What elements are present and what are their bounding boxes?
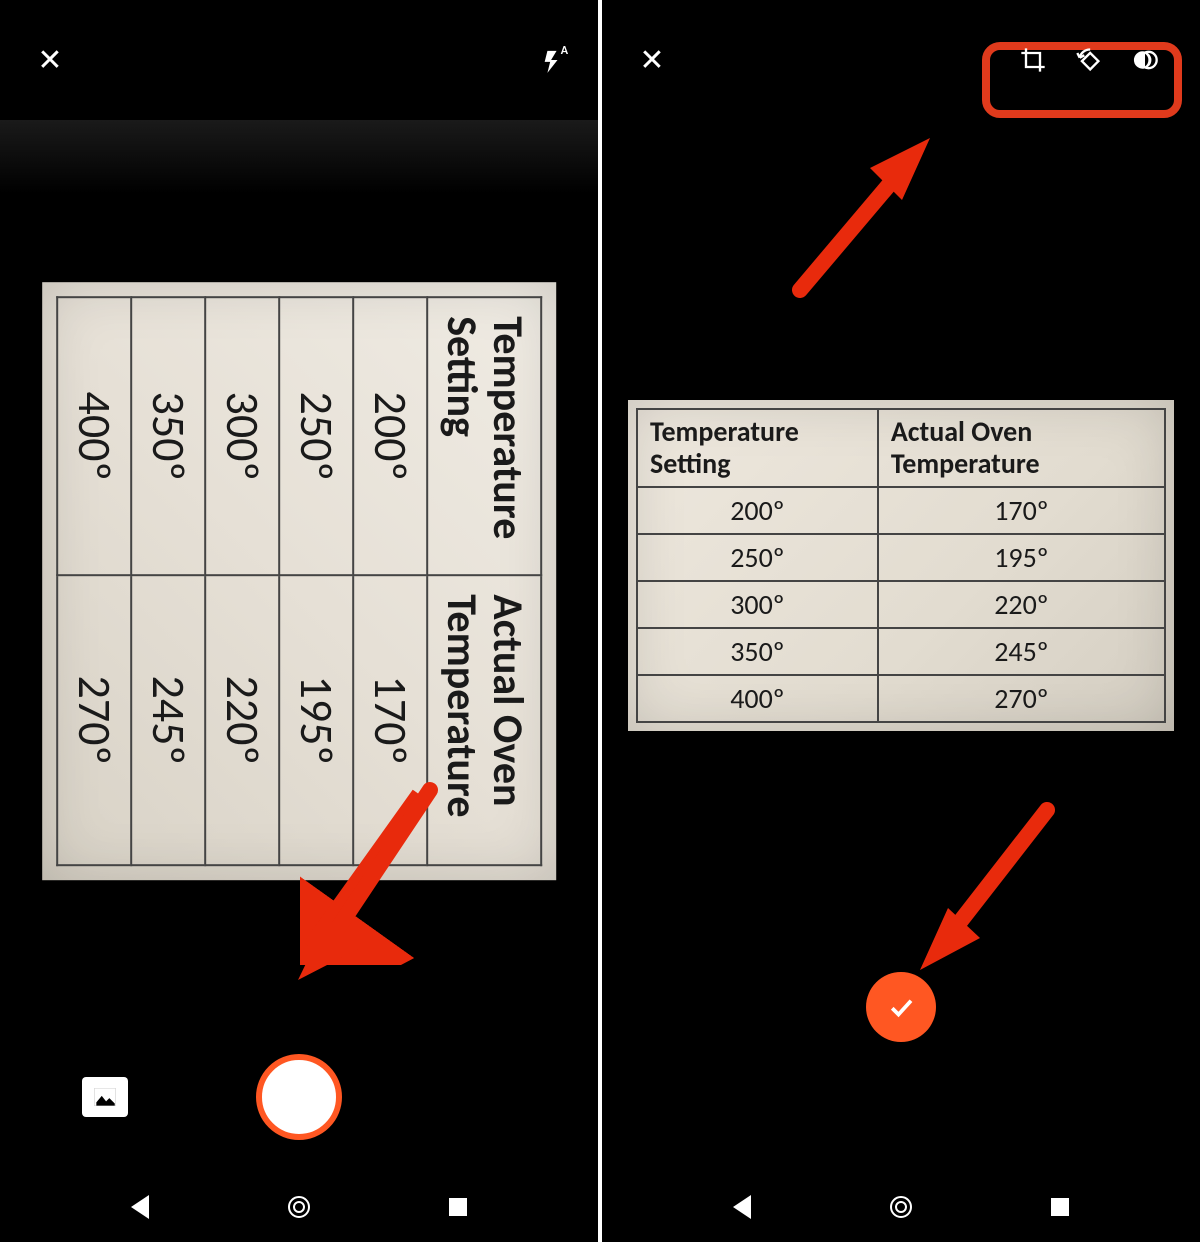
table-header: Actual Oven Temperature xyxy=(878,409,1165,487)
table-row: 250º195º xyxy=(637,534,1165,581)
camera-viewfinder: Temperature Setting Actual Oven Temperat… xyxy=(0,120,598,1042)
preview-topbar: ✕ xyxy=(602,0,1200,120)
table-row: 300º220º xyxy=(205,297,279,865)
table-row: 250º195º xyxy=(279,297,353,865)
nav-home-button[interactable] xyxy=(279,1187,319,1227)
table-row: 400º270º xyxy=(57,297,131,865)
table-header: Temperature Setting xyxy=(427,297,541,575)
close-icon[interactable]: ✕ xyxy=(30,40,70,80)
nav-recent-button[interactable] xyxy=(438,1187,478,1227)
preview-action-bar xyxy=(602,972,1200,1042)
camera-capture-screen: ✕ A Temperature Setting Actual Oven Temp… xyxy=(0,0,598,1242)
table-row: 200º170º xyxy=(353,297,427,865)
capture-preview-screen: ✕ Temperature Setting Actual Oven T xyxy=(602,0,1200,1242)
annotation-arrow-tools xyxy=(780,130,940,300)
temperature-table-rotated: Temperature Setting Actual Oven Temperat… xyxy=(56,296,542,866)
nav-back-button[interactable] xyxy=(722,1187,762,1227)
gallery-button[interactable] xyxy=(82,1077,128,1117)
flash-mode-label: A xyxy=(561,44,568,58)
flash-auto-button[interactable]: A xyxy=(541,46,568,74)
camera-action-bar xyxy=(0,1042,598,1152)
confirm-button[interactable] xyxy=(866,972,936,1042)
table-row: 200º170º xyxy=(637,487,1165,534)
nav-back-button[interactable] xyxy=(120,1187,160,1227)
table-row: 300º220º xyxy=(637,581,1165,628)
table-row: 400º270º xyxy=(637,675,1165,722)
table-header-row: Temperature Setting Actual Oven Temperat… xyxy=(637,409,1165,487)
shutter-button[interactable] xyxy=(256,1054,342,1140)
crop-icon[interactable] xyxy=(1016,43,1050,77)
android-navbar xyxy=(602,1172,1200,1242)
table-header: Actual Oven Temperature xyxy=(427,575,541,865)
filter-icon[interactable] xyxy=(1128,43,1162,77)
nav-recent-button[interactable] xyxy=(1040,1187,1080,1227)
nav-home-button[interactable] xyxy=(881,1187,921,1227)
table-header-row: Temperature Setting Actual Oven Temperat… xyxy=(427,297,541,865)
android-navbar xyxy=(0,1172,598,1242)
table-row: 350º245º xyxy=(637,628,1165,675)
table-header: Temperature Setting xyxy=(637,409,878,487)
captured-table-photo: Temperature Setting Actual Oven Temperat… xyxy=(42,282,556,880)
annotation-arrow-confirm xyxy=(912,800,1062,970)
close-icon[interactable]: ✕ xyxy=(632,40,672,80)
preview-image: Temperature Setting Actual Oven Temperat… xyxy=(628,400,1174,731)
camera-topbar: ✕ A xyxy=(0,0,598,120)
rotate-icon[interactable] xyxy=(1072,43,1106,77)
edit-tools-group xyxy=(1008,39,1170,81)
temperature-table: Temperature Setting Actual Oven Temperat… xyxy=(636,408,1166,723)
table-row: 350º245º xyxy=(131,297,205,865)
